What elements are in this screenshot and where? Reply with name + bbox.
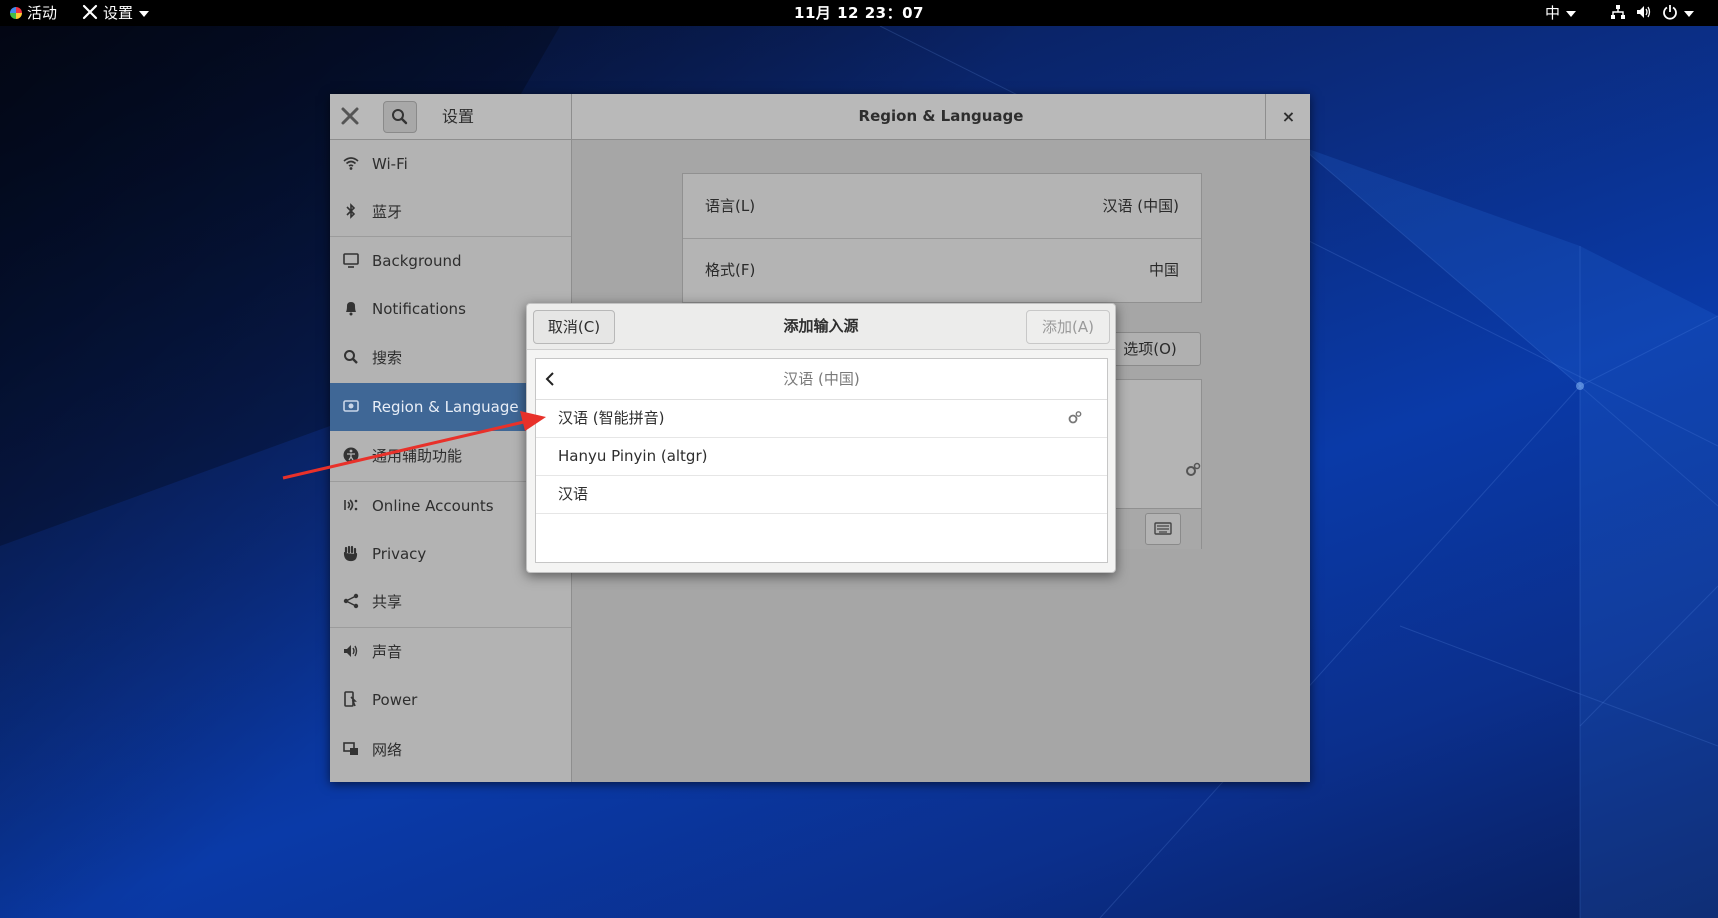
list-item-label: Hanyu Pinyin (altgr) [558, 447, 708, 465]
language-row[interactable]: 语言(L) 汉语 (中国) [683, 174, 1201, 239]
sidebar-item-label: 共享 [372, 593, 403, 611]
accessibility-icon [343, 447, 359, 463]
list-header-title: 汉语 (中国) [783, 370, 860, 388]
language-value: 汉语 (中国) [1102, 197, 1179, 215]
search-button[interactable] [383, 101, 417, 133]
input-method-indicator[interactable]: 中 [1545, 0, 1577, 26]
gear-icon [1068, 411, 1082, 424]
list-item[interactable]: Hanyu Pinyin (altgr) [536, 438, 1107, 476]
sidebar-item-label: Privacy [372, 545, 427, 563]
sidebar-item-label: Power [372, 691, 418, 709]
keyboard-icon [1154, 522, 1172, 535]
sidebar-item-label: Region & Language [372, 398, 519, 416]
keyboard-layout-button[interactable] [1145, 513, 1181, 545]
panel-title: Region & Language [858, 107, 1024, 125]
list-item[interactable]: 汉语 [536, 476, 1107, 514]
sidebar-item-wifi[interactable]: Wi-Fi [330, 140, 571, 188]
sidebar-item-label: 搜索 [372, 349, 403, 367]
speaker-icon [344, 645, 358, 657]
clock[interactable]: 11月 12 23：07 [0, 0, 1718, 26]
sidebar-item-background[interactable]: Background [330, 237, 571, 285]
sidebar-item-bluetooth[interactable]: 蓝牙 [330, 188, 571, 236]
language-format-card: 语言(L) 汉语 (中国) 格式(F) 中国 [682, 173, 1202, 303]
list-item-label: 汉语 [558, 485, 589, 503]
sidebar-item-label: Wi-Fi [372, 155, 408, 173]
input-method-label: 中 [1545, 4, 1561, 22]
online-accounts-icon [344, 499, 358, 511]
network-icon [343, 742, 358, 755]
sidebar-item-label: 网络 [372, 741, 403, 759]
region-icon [343, 400, 359, 412]
wifi-icon [343, 157, 359, 170]
sidebar-item-label: 声音 [372, 643, 403, 661]
close-button[interactable]: × [1265, 94, 1311, 139]
sidebar-item-network[interactable]: 网络 [330, 726, 571, 774]
format-row[interactable]: 格式(F) 中国 [683, 238, 1201, 302]
dialog-header: 添加输入源 取消(C) 添加(A) [527, 304, 1115, 350]
chevron-down-icon [1684, 10, 1694, 17]
tools-icon [341, 107, 359, 125]
sidebar-item-power[interactable]: Power [330, 676, 571, 724]
network-wired-icon [1611, 5, 1625, 19]
add-input-source-dialog: 添加输入源 取消(C) 添加(A) 汉语 (中国) 汉语 (智能拼音) Hany… [526, 303, 1116, 573]
search-icon [392, 109, 408, 125]
search-icon [344, 350, 358, 364]
background-icon [343, 253, 359, 268]
format-label: 格式(F) [705, 261, 756, 279]
top-bar: 活动 设置 11月 12 23：07 中 [0, 0, 1718, 26]
sidebar-item-label: Background [372, 252, 462, 270]
power-plug-icon [344, 691, 357, 707]
hand-icon [343, 545, 358, 562]
sidebar-item-sound[interactable]: 声音 [330, 628, 571, 676]
window-header: 设置 Region & Language × [330, 94, 1310, 140]
language-label: 语言(L) [705, 197, 756, 215]
list-item[interactable]: 汉语 (智能拼音) [536, 400, 1107, 438]
cancel-button[interactable]: 取消(C) [533, 310, 615, 344]
sidebar-item-label: Online Accounts [372, 497, 494, 515]
sidebar-item-label: Notifications [372, 300, 466, 318]
bell-icon [346, 302, 356, 316]
app-name: 设置 [442, 107, 475, 126]
power-icon [1663, 5, 1677, 20]
list-item-label: 汉语 (智能拼音) [558, 409, 665, 427]
sidebar-item-label: 通用辅助功能 [372, 447, 463, 465]
bluetooth-icon [346, 203, 356, 219]
system-menu[interactable] [1610, 0, 1694, 26]
chevron-left-icon[interactable] [542, 369, 558, 389]
list-back-row[interactable]: 汉语 (中国) [536, 359, 1107, 400]
sidebar-item-sharing[interactable]: 共享 [330, 578, 571, 626]
input-source-list: 汉语 (中国) 汉语 (智能拼音) Hanyu Pinyin (altgr) 汉… [535, 358, 1108, 563]
add-button[interactable]: 添加(A) [1026, 310, 1110, 344]
volume-icon [1637, 6, 1651, 18]
chevron-down-icon [1566, 10, 1577, 17]
share-icon [343, 593, 359, 609]
format-value: 中国 [1148, 261, 1179, 279]
sidebar-item-label: 蓝牙 [372, 203, 403, 221]
gear-icon[interactable] [1183, 460, 1203, 480]
